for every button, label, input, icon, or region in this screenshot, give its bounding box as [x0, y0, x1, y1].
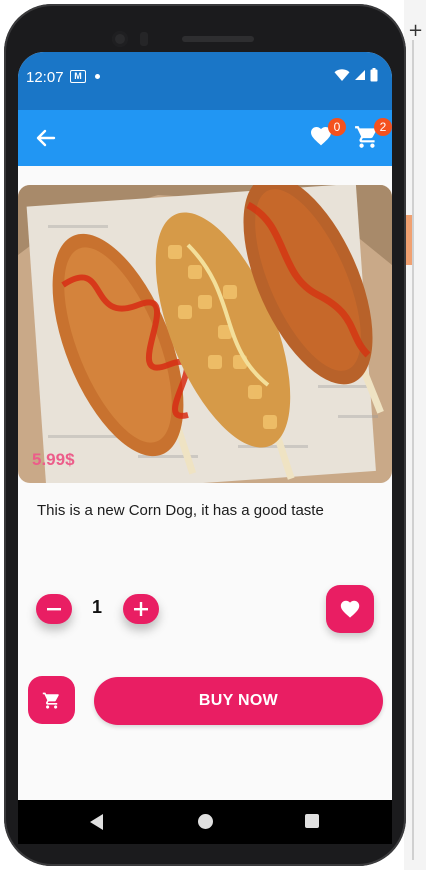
- wifi-icon: [334, 68, 350, 81]
- plus-icon: +: [408, 20, 424, 41]
- signal-icon: [355, 70, 365, 80]
- status-bar: 12:07 M: [18, 52, 392, 110]
- cart-icon: [42, 692, 59, 709]
- back-button[interactable]: [32, 124, 60, 152]
- product-image: [18, 185, 392, 483]
- increase-quantity-button[interactable]: [123, 594, 159, 624]
- nav-home-icon[interactable]: [198, 814, 213, 829]
- minus-icon: [47, 608, 61, 611]
- earpiece-speaker: [182, 36, 254, 42]
- favorites-button[interactable]: 0: [308, 118, 346, 152]
- add-to-cart-button[interactable]: [28, 676, 75, 724]
- heart-icon: [340, 600, 360, 618]
- plus-icon: [134, 602, 148, 616]
- quantity-value: 1: [92, 597, 103, 617]
- nav-recents-icon[interactable]: [305, 814, 319, 828]
- add-to-favorites-button[interactable]: [326, 585, 374, 633]
- favorites-count-badge: 0: [328, 118, 346, 136]
- nav-back-icon[interactable]: [90, 814, 103, 830]
- product-price: 5.99$: [32, 450, 75, 469]
- status-icons: [334, 68, 378, 82]
- notification-dot-icon: [95, 74, 100, 79]
- cart-count-badge: 2: [374, 118, 392, 136]
- buy-now-button[interactable]: BUY NOW: [94, 677, 383, 725]
- background-fragment: [406, 215, 412, 265]
- product-description: This is a new Corn Dog, it has a good ta…: [37, 502, 324, 519]
- system-navigation-bar: [18, 800, 392, 844]
- desktop-background: +: [404, 0, 426, 870]
- app-screen: 12:07 M 0 2 5.99$ This is a new Corn Dog…: [18, 52, 392, 800]
- battery-icon: [370, 68, 378, 82]
- back-arrow-icon: [36, 129, 56, 147]
- decrease-quantity-button[interactable]: [36, 594, 72, 624]
- window-divider: [412, 40, 414, 860]
- app-bar: 0 2: [18, 110, 392, 166]
- front-camera: [112, 31, 128, 47]
- gmail-icon: M: [70, 70, 86, 83]
- cart-button[interactable]: 2: [354, 118, 392, 152]
- proximity-sensor: [140, 32, 148, 46]
- status-time: 12:07: [26, 69, 64, 86]
